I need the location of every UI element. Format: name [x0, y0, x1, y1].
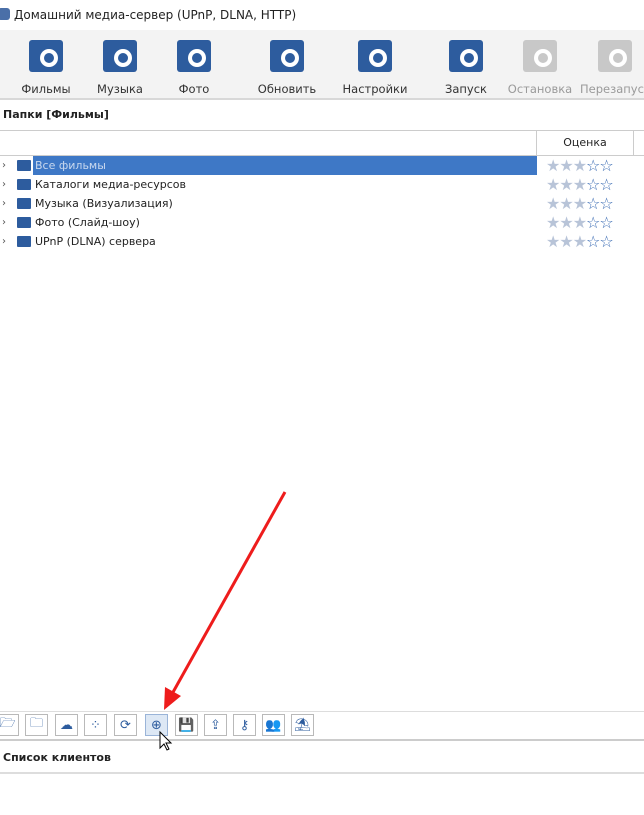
- mouse-cursor-icon: [159, 730, 173, 751]
- red-arrow-annotation: [159, 491, 287, 751]
